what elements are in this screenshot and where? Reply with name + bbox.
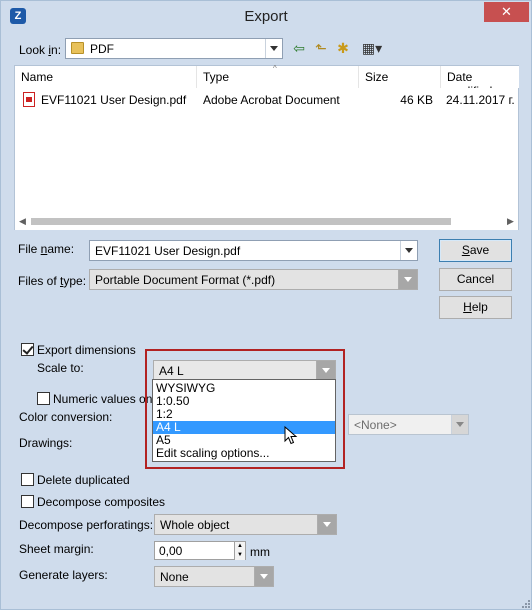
- close-button[interactable]: ✕: [484, 2, 529, 22]
- export-dialog: Z Export ✕ Look in: PDF ⇦ ⬑ ✱ ▦▾ Name Ty…: [0, 0, 532, 610]
- window-title: Export: [244, 8, 288, 25]
- scrollbar-thumb[interactable]: [31, 218, 451, 225]
- files-of-type-value: Portable Document Format (*.pdf): [95, 273, 276, 287]
- scale-to-dropdown[interactable]: WYSIWYG 1:0.50 1:2 A4 L A5 Edit scaling …: [152, 379, 336, 462]
- files-of-type-combo[interactable]: Portable Document Format (*.pdf): [89, 269, 418, 290]
- chevron-down-icon[interactable]: [451, 415, 468, 434]
- scale-to-label: Scale to:: [37, 361, 84, 375]
- generate-layers-combo[interactable]: None: [154, 566, 274, 587]
- file-name-field[interactable]: EVF11021 User Design.pdf: [89, 240, 418, 261]
- file-name-label: File name:: [18, 242, 75, 256]
- decompose-perforatings-value: Whole object: [160, 518, 230, 532]
- decompose-perforatings-combo[interactable]: Whole object: [154, 514, 337, 535]
- pdf-file-icon: [23, 92, 35, 107]
- delete-duplicated-label: Delete duplicated: [37, 473, 130, 487]
- sheet-margin-label: Sheet margin:: [19, 542, 94, 556]
- color-conversion-label: Color conversion:: [19, 410, 113, 424]
- up-folder-icon[interactable]: ⬑: [312, 40, 330, 56]
- mouse-cursor-icon: [284, 426, 298, 445]
- files-of-type-label: Files of type:: [18, 274, 87, 288]
- sheet-margin-stepper[interactable]: 0,00 ▲ ▼: [154, 541, 246, 560]
- decompose-composites-checkbox[interactable]: [21, 495, 34, 508]
- chevron-down-icon[interactable]: [317, 515, 336, 534]
- file-date-cell: 24.11.2017 г. 1: [446, 93, 518, 107]
- new-folder-icon[interactable]: ✱: [334, 40, 352, 56]
- chevron-down-icon[interactable]: [400, 241, 417, 260]
- file-name-value: EVF11021 User Design.pdf: [95, 244, 241, 258]
- sort-ascending-icon: ^: [273, 64, 277, 73]
- decompose-composites-label: Decompose composites: [37, 495, 166, 509]
- generate-layers-label: Generate layers:: [19, 568, 108, 582]
- export-dimensions-checkbox[interactable]: [21, 343, 34, 356]
- scale-to-combo[interactable]: A4 L: [153, 360, 336, 381]
- column-header-size[interactable]: Size: [359, 66, 441, 88]
- decrement-icon[interactable]: ▼: [234, 551, 245, 560]
- sheet-margin-value: 0,00: [159, 544, 183, 558]
- scroll-right-icon[interactable]: ▶: [507, 216, 514, 227]
- chevron-down-icon[interactable]: [398, 270, 417, 289]
- help-button[interactable]: Help: [439, 296, 512, 319]
- export-dimensions-label: Export dimensions: [37, 343, 136, 357]
- look-in-combo[interactable]: PDF: [65, 38, 283, 59]
- scale-to-value: A4 L: [159, 364, 184, 378]
- scale-option[interactable]: Edit scaling options...: [153, 447, 335, 460]
- chevron-down-icon[interactable]: [265, 39, 282, 58]
- column-header-name[interactable]: Name: [15, 66, 197, 88]
- cancel-button[interactable]: Cancel: [439, 268, 512, 291]
- resize-grip-icon[interactable]: [521, 599, 531, 609]
- look-in-label: Look in:: [19, 43, 62, 57]
- drawings-value: <None>: [354, 418, 397, 432]
- file-list[interactable]: Name Type^ Size Date modified EVF11021 U…: [14, 64, 519, 230]
- table-row[interactable]: EVF11021 User Design.pdf Adobe Acrobat D…: [15, 88, 518, 108]
- file-size-cell: 46 KB: [400, 93, 433, 107]
- save-button[interactable]: Save: [439, 239, 512, 262]
- numeric-values-only-checkbox[interactable]: [37, 392, 50, 405]
- folder-icon: [71, 42, 84, 54]
- chevron-down-icon[interactable]: [316, 361, 335, 380]
- column-header-type[interactable]: Type ^: [197, 64, 359, 88]
- file-type-cell: Adobe Acrobat Document: [203, 93, 340, 107]
- view-menu-icon[interactable]: ▦▾: [358, 40, 386, 56]
- look-in-value: PDF: [90, 42, 114, 56]
- horizontal-scrollbar[interactable]: ◀ ▶: [15, 213, 518, 230]
- scroll-left-icon[interactable]: ◀: [19, 216, 26, 227]
- column-header-date[interactable]: Date modified: [441, 66, 519, 88]
- file-name-cell: EVF11021 User Design.pdf: [41, 93, 187, 107]
- drawings-combo[interactable]: <None>: [348, 414, 469, 435]
- increment-icon[interactable]: ▲: [234, 542, 245, 551]
- generate-layers-value: None: [160, 570, 189, 584]
- scale-option-selected[interactable]: A4 L: [153, 421, 335, 434]
- sheet-margin-unit: mm: [250, 545, 270, 559]
- scale-option[interactable]: 1:0.50: [153, 395, 335, 408]
- decompose-perforatings-label: Decompose perforatings:: [19, 518, 154, 532]
- drawings-label: Drawings:: [19, 436, 73, 450]
- delete-duplicated-checkbox[interactable]: [21, 473, 34, 486]
- title-bar: Z Export ✕: [1, 1, 531, 32]
- back-arrow-icon[interactable]: ⇦: [290, 40, 308, 56]
- chevron-down-icon[interactable]: [254, 567, 273, 586]
